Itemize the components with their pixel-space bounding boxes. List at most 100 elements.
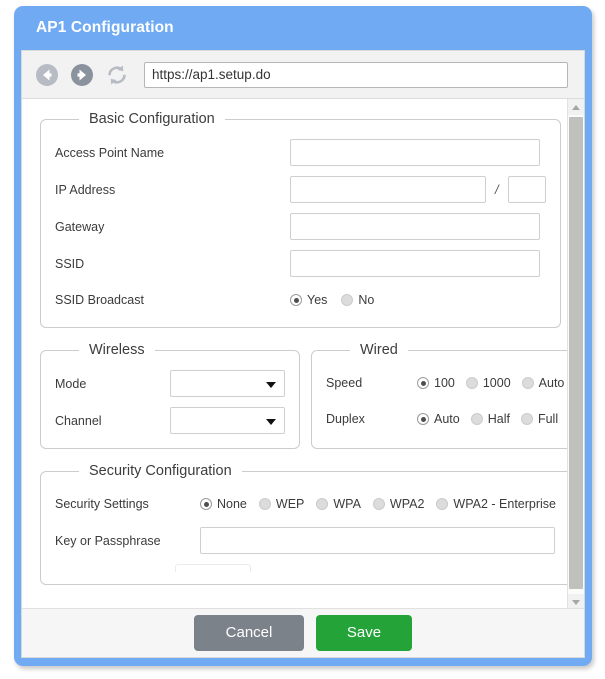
security-option-wpa2-enterprise[interactable]: WPA2 - Enterprise <box>436 497 556 511</box>
duplex-option-auto[interactable]: Auto <box>417 412 460 426</box>
chevron-down-icon <box>266 418 276 425</box>
gateway-input[interactable] <box>290 213 540 240</box>
address-bar-input[interactable] <box>144 61 568 88</box>
radio-icon <box>470 413 483 425</box>
speed-option-100-label: 100 <box>434 376 455 390</box>
wired-legend: Wired <box>360 342 398 358</box>
vertical-scrollbar[interactable] <box>567 99 584 610</box>
duplex-option-half-label: Half <box>487 412 510 426</box>
ssid-broadcast-radio-group: Yes No <box>290 293 374 307</box>
ssid-broadcast-option-yes[interactable]: Yes <box>290 293 327 307</box>
wireless-legend: Wireless <box>89 342 145 358</box>
security-settings-label: Security Settings <box>55 497 149 511</box>
speed-radio-group: 100 1000 Auto <box>417 376 569 390</box>
security-option-wpa-label: WPA <box>333 497 361 511</box>
radio-icon <box>372 498 385 510</box>
speed-option-auto[interactable]: Auto <box>521 376 565 390</box>
channel-row: Channel <box>55 407 285 434</box>
channel-label: Channel <box>55 413 102 428</box>
ssid-broadcast-option-no[interactable]: No <box>341 293 374 307</box>
radio-icon <box>521 377 534 389</box>
ip-prefix-separator: / <box>495 182 499 197</box>
security-option-wep-label: WEP <box>275 497 305 511</box>
browser-toolbar <box>22 51 584 99</box>
radio-icon <box>436 498 449 510</box>
security-option-none-label: None <box>217 497 247 511</box>
radio-icon <box>417 377 429 389</box>
duplex-option-half[interactable]: Half <box>470 412 510 426</box>
security-option-wpa2[interactable]: WPA2 <box>372 497 425 511</box>
radio-icon <box>465 377 478 389</box>
ip-address-input[interactable] <box>290 176 486 203</box>
radio-icon <box>520 413 533 425</box>
forward-icon[interactable] <box>69 62 95 88</box>
basic-configuration-legend: Basic Configuration <box>89 111 215 127</box>
ssid-broadcast-label: SSID Broadcast <box>55 293 144 307</box>
duplex-option-full[interactable]: Full <box>520 412 559 426</box>
duplex-radio-group: Auto Half Full <box>417 412 569 426</box>
speed-option-100[interactable]: 100 <box>417 376 455 390</box>
window-title-bar: AP1 Configuration <box>14 6 592 50</box>
ssid-input[interactable] <box>290 250 540 277</box>
page-content: Basic Configuration Access Point Name IP… <box>22 99 569 610</box>
security-option-none[interactable]: None <box>200 497 247 511</box>
access-point-name-label: Access Point Name <box>55 145 165 160</box>
back-icon[interactable] <box>34 62 60 88</box>
wireless-panel: Wireless Mode Channel <box>40 342 300 449</box>
radio-icon <box>316 498 329 510</box>
caret-up-icon[interactable] <box>568 99 584 115</box>
refresh-icon[interactable] <box>104 62 130 88</box>
security-settings-radio-group: None WEP WPA WPA2 WPA2 - Enterprise <box>200 497 568 511</box>
browser-window: AP1 Configuration https://ap1.setup.do B… <box>14 6 592 666</box>
save-button[interactable]: Save <box>316 615 412 651</box>
clipped-content-below-fold <box>55 564 568 572</box>
security-option-wpa2-enterprise-label: WPA2 - Enterprise <box>453 497 556 511</box>
clipped-control-placeholder <box>175 564 251 572</box>
access-point-name-row: Access Point Name <box>55 139 546 166</box>
duplex-option-full-label: Full <box>537 412 559 426</box>
chevron-down-icon <box>266 381 276 388</box>
ssid-label: SSID <box>55 256 85 271</box>
key-passphrase-row: Key or Passphrase <box>55 527 568 554</box>
security-configuration-legend: Security Configuration <box>89 463 232 479</box>
gateway-row: Gateway <box>55 213 546 240</box>
mode-select[interactable] <box>170 370 285 397</box>
ip-prefix-input[interactable] <box>507 176 546 203</box>
ssid-broadcast-row: SSID Broadcast Yes No <box>55 287 546 313</box>
mode-row: Mode <box>55 370 285 397</box>
security-settings-row: Security Settings None WEP WPA WPA2 WPA2… <box>55 491 568 517</box>
basic-configuration-panel: Basic Configuration Access Point Name IP… <box>40 111 561 328</box>
wireless-wired-row: Wireless Mode Channel Wired Speed 100 10… <box>40 342 569 463</box>
duplex-row: Duplex Auto Half Full <box>326 406 569 432</box>
key-passphrase-input[interactable] <box>200 527 555 554</box>
radio-icon <box>417 413 429 425</box>
radio-icon <box>200 498 212 510</box>
security-option-wep[interactable]: WEP <box>258 497 305 511</box>
channel-select[interactable] <box>170 407 285 434</box>
access-point-name-input[interactable] <box>290 139 540 166</box>
cancel-button[interactable]: Cancel <box>194 615 304 651</box>
ip-address-label: IP Address <box>55 182 116 197</box>
page-title: AP1 Configuration <box>36 19 174 36</box>
ssid-row: SSID <box>55 250 546 277</box>
security-configuration-panel: Security Configuration Security Settings… <box>40 463 569 585</box>
key-passphrase-label: Key or Passphrase <box>55 533 161 548</box>
radio-icon <box>258 498 271 510</box>
ip-address-row: IP Address / <box>55 176 546 203</box>
gateway-label: Gateway <box>55 219 105 234</box>
scrollbar-thumb[interactable] <box>569 117 583 589</box>
security-option-wpa2-label: WPA2 <box>389 497 425 511</box>
speed-row: Speed 100 1000 Auto <box>326 370 569 396</box>
radio-icon <box>290 294 302 306</box>
duplex-option-auto-label: Auto <box>434 412 460 426</box>
ssid-broadcast-option-yes-label: Yes <box>307 293 328 307</box>
ssid-broadcast-option-no-label: No <box>358 293 375 307</box>
mode-label: Mode <box>55 376 87 391</box>
duplex-label: Duplex <box>326 412 365 426</box>
radio-icon <box>341 294 354 306</box>
speed-option-1000-label: 1000 <box>482 376 511 390</box>
speed-option-1000[interactable]: 1000 <box>465 376 511 390</box>
security-option-wpa[interactable]: WPA <box>316 497 361 511</box>
browser-body: Basic Configuration Access Point Name IP… <box>21 50 585 658</box>
speed-option-auto-label: Auto <box>538 376 565 390</box>
